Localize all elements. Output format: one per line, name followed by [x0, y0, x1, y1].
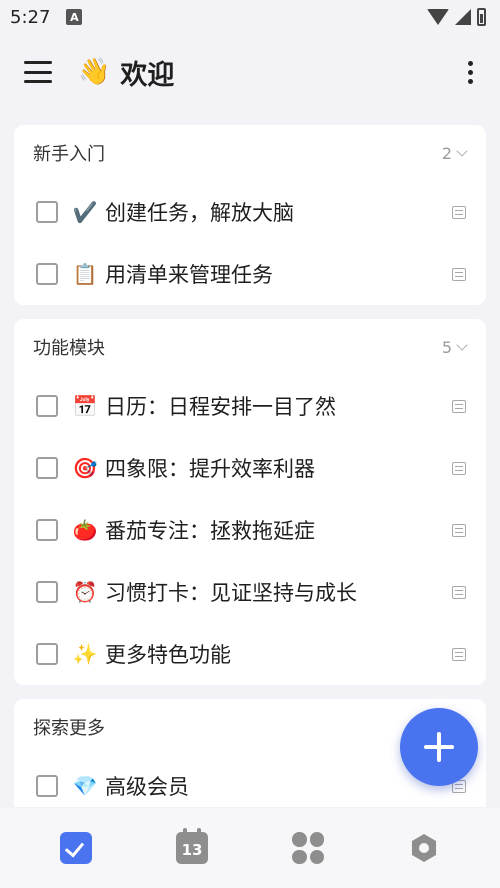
task-row[interactable]: ✨ 更多特色功能 — [14, 623, 486, 685]
task-title: 日历：日程安排一目了然 — [105, 395, 336, 419]
chevron-down-icon — [456, 338, 468, 351]
task-list[interactable]: 新手入门 2 ✔️ 创建任务，解放大脑 📋 用清单来管理任务 功能模块 5 📅 … — [14, 125, 486, 807]
wave-icon: 👋 — [78, 57, 111, 87]
nav-more[interactable] — [394, 818, 454, 878]
page-title: 👋 欢迎 — [78, 53, 174, 92]
add-task-button[interactable] — [400, 708, 478, 786]
section-getting-started: 新手入门 2 ✔️ 创建任务，解放大脑 📋 用清单来管理任务 — [14, 125, 486, 305]
status-time: 5:27 — [10, 6, 51, 28]
note-icon — [452, 399, 466, 413]
alarm-clock-emoji-icon: ⏰ — [72, 580, 98, 604]
note-icon — [452, 585, 466, 599]
nav-tasks[interactable] — [46, 818, 106, 878]
tasks-icon — [60, 832, 92, 864]
task-checkbox[interactable] — [36, 395, 58, 417]
menu-icon[interactable] — [24, 61, 52, 83]
note-icon — [452, 205, 466, 219]
bottom-nav: 13 — [0, 808, 500, 888]
task-row[interactable]: 🎯 四象限：提升效率利器 — [14, 437, 486, 499]
gem-emoji-icon: 💎 — [72, 774, 98, 798]
task-checkbox[interactable] — [36, 519, 58, 541]
status-bar: 5:27 A — [0, 0, 500, 34]
task-checkbox[interactable] — [36, 263, 58, 285]
task-title: 用清单来管理任务 — [105, 263, 273, 287]
note-icon — [452, 267, 466, 281]
hexagon-icon — [408, 832, 440, 864]
task-title: 番茄专注：拯救拖延症 — [105, 519, 315, 543]
plus-icon — [424, 732, 454, 762]
section-features: 功能模块 5 📅 日历：日程安排一目了然 🎯 四象限：提升效率利器 🍅 番茄专注… — [14, 319, 486, 685]
sparkles-emoji-icon: ✨ — [72, 642, 98, 666]
signal-icon — [455, 9, 471, 25]
task-row[interactable]: ⏰ 习惯打卡：见证坚持与成长 — [14, 561, 486, 623]
check-emoji-icon: ✔️ — [72, 200, 98, 224]
task-title: 更多特色功能 — [105, 643, 231, 667]
calendar-emoji-icon: 📅 — [72, 394, 98, 418]
section-title: 功能模块 — [33, 338, 105, 359]
tomato-emoji-icon: 🍅 — [72, 518, 98, 542]
page-title-text: 欢迎 — [120, 59, 175, 91]
quadrant-icon — [292, 832, 324, 864]
battery-icon — [477, 8, 486, 26]
notification-icon: A — [66, 9, 83, 25]
task-checkbox[interactable] — [36, 775, 58, 797]
task-checkbox[interactable] — [36, 201, 58, 223]
section-count: 5 — [442, 338, 468, 357]
task-title: 创建任务，解放大脑 — [105, 201, 294, 225]
wifi-icon — [427, 9, 449, 25]
section-title: 新手入门 — [33, 144, 105, 165]
task-row[interactable]: 📋 用清单来管理任务 — [14, 243, 486, 305]
note-icon — [452, 647, 466, 661]
task-title: 高级会员 — [105, 775, 189, 799]
task-title: 习惯打卡：见证坚持与成长 — [105, 581, 357, 605]
task-row[interactable]: ✔️ 创建任务，解放大脑 — [14, 181, 486, 243]
section-count: 2 — [442, 144, 468, 163]
app-header: 👋 欢迎 — [0, 42, 500, 102]
section-header[interactable]: 功能模块 5 — [14, 319, 486, 375]
nav-calendar[interactable]: 13 — [162, 818, 222, 878]
note-icon — [452, 523, 466, 537]
target-emoji-icon: 🎯 — [72, 456, 98, 480]
clipboard-emoji-icon: 📋 — [72, 262, 98, 286]
chevron-down-icon — [456, 144, 468, 157]
task-row[interactable]: 📅 日历：日程安排一目了然 — [14, 375, 486, 437]
note-icon — [452, 461, 466, 475]
section-header[interactable]: 新手入门 2 — [14, 125, 486, 181]
more-options-icon[interactable] — [462, 60, 478, 84]
calendar-icon: 13 — [176, 828, 208, 864]
task-row[interactable]: 🍅 番茄专注：拯救拖延症 — [14, 499, 486, 561]
section-title: 探索更多 — [33, 718, 105, 739]
task-checkbox[interactable] — [36, 457, 58, 479]
task-title: 四象限：提升效率利器 — [105, 457, 315, 481]
task-checkbox[interactable] — [36, 643, 58, 665]
nav-quadrant[interactable] — [278, 818, 338, 878]
task-checkbox[interactable] — [36, 581, 58, 603]
